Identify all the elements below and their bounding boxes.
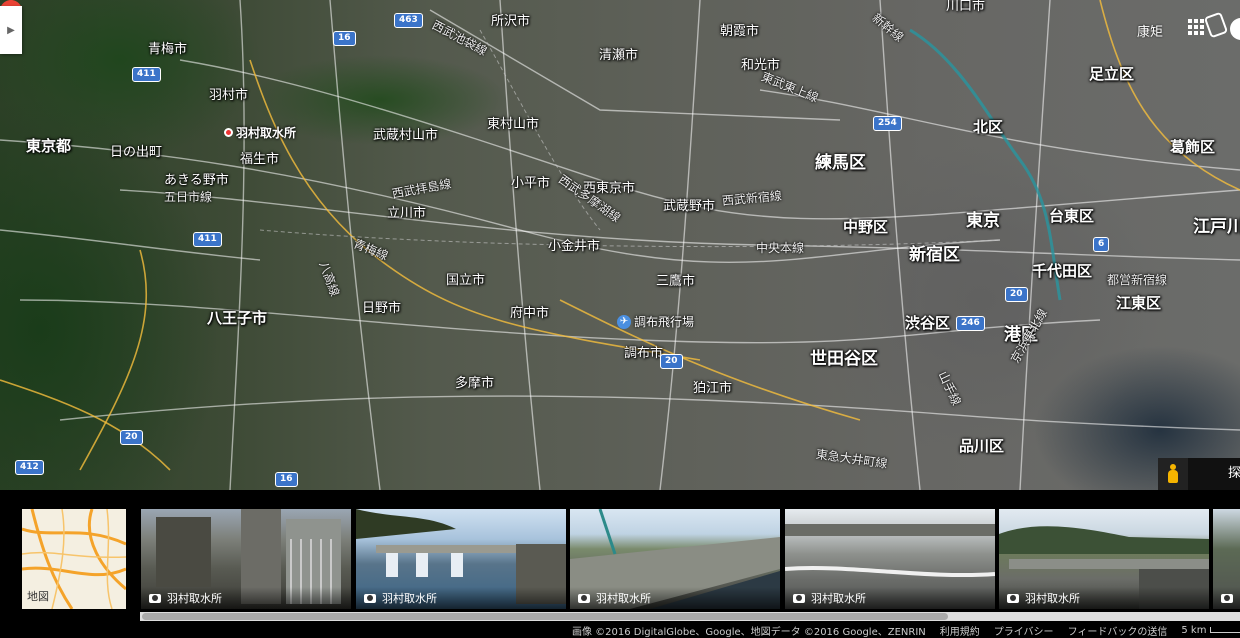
airplane-icon: ✈ — [617, 314, 631, 329]
route-shield: 20 — [660, 354, 683, 369]
camera-icon — [364, 593, 376, 603]
map-thumbnail[interactable]: 地図 — [22, 509, 126, 609]
route-shield: 16 — [333, 31, 356, 46]
photo-thumbnail[interactable]: 羽村取水所 — [785, 509, 995, 609]
terms-link[interactable]: 利用規約 — [940, 623, 980, 638]
place-label: 渋谷区 — [905, 314, 951, 332]
place-label: 国立市 — [446, 273, 486, 288]
expand-panel-button[interactable]: ▶ — [0, 6, 22, 54]
place-label: 清瀬市 — [599, 48, 639, 63]
scale-bar-icon — [1210, 627, 1240, 633]
scrollbar-thumb[interactable] — [142, 613, 948, 620]
scale-bar[interactable]: 5 km — [1181, 625, 1240, 636]
route-shield: 411 — [193, 232, 222, 247]
route-shield: 411 — [132, 67, 161, 82]
camera-icon — [149, 593, 161, 603]
place-label: 立川市 — [387, 206, 427, 221]
place-label: 世田谷区 — [810, 349, 878, 369]
place-label: 台東区 — [1049, 207, 1095, 225]
place-label: 日野市 — [362, 301, 402, 316]
place-label: 小平市 — [511, 176, 551, 191]
place-label: 日の出町 — [110, 145, 163, 160]
place-label: 青梅市 — [148, 42, 188, 57]
place-label: 所沢市 — [491, 14, 531, 29]
route-shield: 20 — [1005, 287, 1028, 302]
place-label: 武蔵野市 — [663, 199, 716, 214]
place-dot-icon — [224, 128, 233, 137]
place-label: 中野区 — [843, 218, 889, 236]
route-shield: 412 — [15, 460, 44, 475]
map-footer: 画像 ©2016 DigitalGlobe、Google、地図データ ©2016… — [566, 623, 1240, 638]
place-label: 東京 — [966, 211, 1000, 231]
place-label: 足立区 — [1089, 65, 1135, 83]
route-shield: 6 — [1093, 237, 1110, 252]
place-label: 東京都 — [26, 137, 72, 155]
photo-thumbnail[interactable]: 羽村取水所 — [570, 509, 780, 609]
explore-button[interactable]: 探 — [1188, 458, 1240, 490]
route-shield: 254 — [873, 116, 902, 131]
place-label: 武蔵村山市 — [373, 128, 439, 143]
place-label: 東村山市 — [487, 117, 540, 132]
photo-thumbnail[interactable]: 羽村取水所 — [356, 509, 566, 609]
privacy-link[interactable]: プライバシー — [994, 623, 1054, 638]
place-label: 和光市 — [741, 58, 781, 73]
pegman-icon — [1168, 464, 1178, 484]
place-label: 葛飾区 — [1170, 138, 1216, 156]
place-label: 江東区 — [1116, 294, 1162, 312]
route-shield: 246 — [956, 316, 985, 331]
place-label: 狛江市 — [693, 381, 733, 396]
road-network — [0, 0, 1240, 490]
user-name[interactable]: 康矩 — [1137, 21, 1163, 40]
place-label: 北区 — [973, 118, 1004, 136]
photo-strip-scrollbar[interactable] — [140, 612, 1240, 621]
place-label: 八王子市 — [207, 309, 268, 327]
place-label: 川口市 — [946, 0, 986, 14]
place-label: 江戸川 — [1193, 217, 1240, 237]
place-label: 練馬区 — [815, 153, 866, 173]
camera-icon — [793, 593, 805, 603]
photo-thumbnail[interactable]: 羽村取水所 — [999, 509, 1209, 609]
imagery-attribution: 画像 ©2016 DigitalGlobe、Google、地図データ ©2016… — [572, 626, 926, 638]
photo-thumbnail[interactable]: 羽村取水所 — [141, 509, 351, 609]
place-label: 品川区 — [959, 437, 1005, 455]
place-label: 調布市 — [624, 346, 664, 361]
street-view-button[interactable] — [1158, 458, 1188, 490]
place-label: 福生市 — [240, 152, 280, 167]
rail-line-label: 五日市線 — [164, 190, 213, 204]
pin-place-label[interactable]: 羽村取水所 — [224, 124, 296, 141]
rail-line-label: 都営新宿線 — [1107, 273, 1168, 287]
chevron-right-icon: ▶ — [7, 24, 15, 36]
route-shield: 16 — [275, 472, 298, 487]
place-label: 千代田区 — [1032, 262, 1093, 280]
feedback-link[interactable]: フィードバックの送信 — [1068, 623, 1168, 638]
photo-strip: 地図 羽村取水所 羽村取水所 羽村取水所 羽村取水所 羽村取水所 画像 ©201… — [0, 490, 1240, 638]
satellite-map[interactable]: 所沢市 青梅市 羽村市 清瀬市 朝霞市 川口市 和光市 足立区 東京都 武蔵村山… — [0, 0, 1240, 490]
place-label: あきる野市 — [164, 173, 229, 188]
camera-icon — [1007, 593, 1019, 603]
route-shield: 20 — [120, 430, 143, 445]
photo-thumbnail[interactable] — [1213, 509, 1240, 609]
place-label: 新宿区 — [909, 245, 960, 265]
place-label: 多摩市 — [455, 376, 495, 391]
place-label: 小金井市 — [548, 239, 601, 254]
camera-icon — [1221, 593, 1233, 603]
airport-poi[interactable]: ✈ 調布飛行場 — [617, 313, 694, 330]
apps-grid-icon[interactable] — [1188, 19, 1204, 35]
place-label: 府中市 — [510, 306, 550, 321]
place-label: 朝霞市 — [720, 24, 760, 39]
route-shield: 463 — [394, 13, 423, 28]
map-thumbnail-label: 地図 — [27, 590, 49, 603]
place-label: 羽村市 — [209, 88, 249, 103]
rail-line-label: 中央本線 — [756, 241, 805, 255]
camera-icon — [578, 593, 590, 603]
place-label: 三鷹市 — [656, 274, 696, 289]
